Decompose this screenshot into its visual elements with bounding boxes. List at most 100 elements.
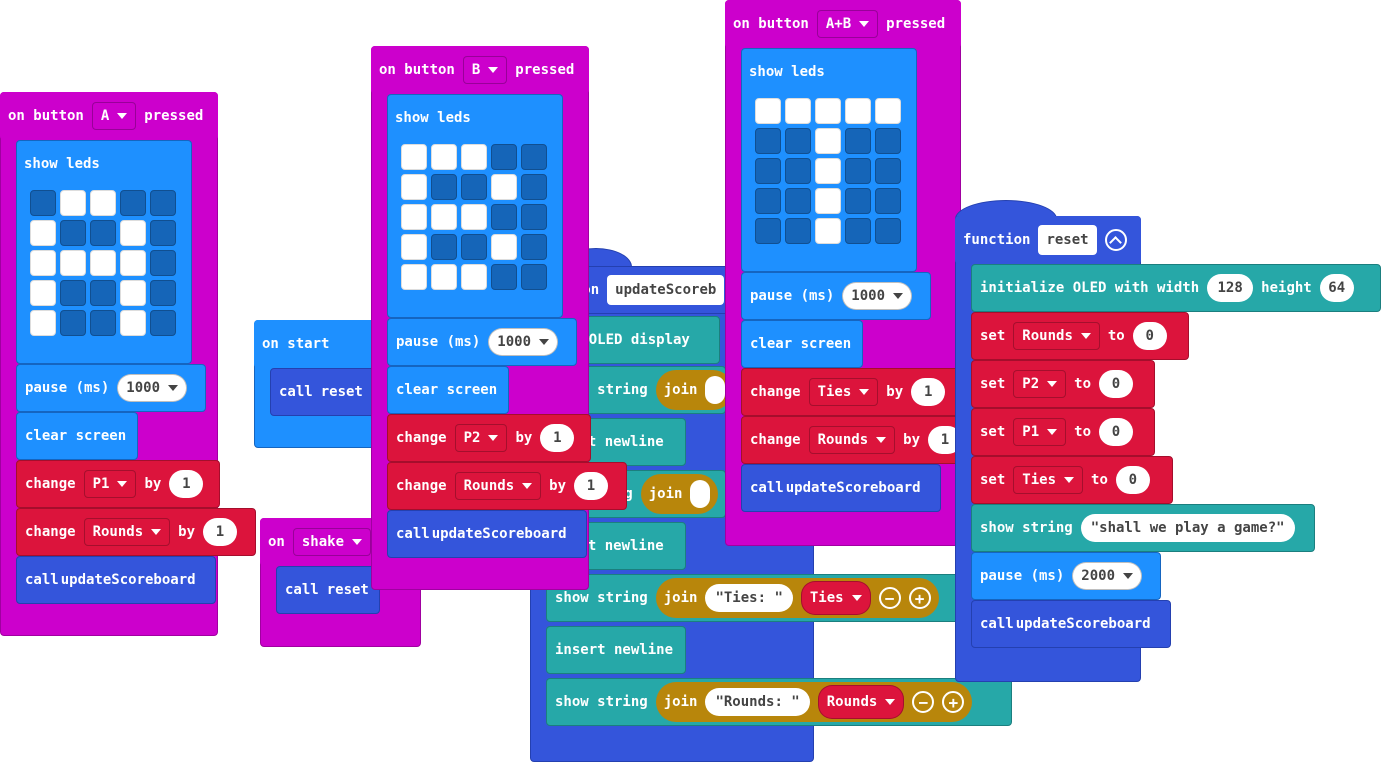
led-cell[interactable] xyxy=(30,280,56,306)
led-cell[interactable] xyxy=(30,250,56,276)
clear-screen-block[interactable]: clear screen xyxy=(16,412,138,460)
change-amount-input[interactable]: 1 xyxy=(574,472,609,500)
variable-dropdown[interactable]: P2 xyxy=(454,424,508,452)
gesture-dropdown[interactable]: shake xyxy=(292,528,372,556)
led-cell[interactable] xyxy=(60,310,86,336)
led-cell[interactable] xyxy=(401,264,427,290)
led-cell[interactable] xyxy=(491,234,517,260)
join-block-2[interactable]: join xyxy=(640,474,719,514)
change-p2-block[interactable]: change P2 by 1 xyxy=(387,414,591,462)
led-cell[interactable] xyxy=(401,234,427,260)
led-cell[interactable] xyxy=(785,98,811,124)
led-cell[interactable] xyxy=(491,174,517,200)
led-cell[interactable] xyxy=(755,188,781,214)
led-cell[interactable] xyxy=(845,158,871,184)
call-updatescoreboard-block[interactable]: call updateScoreboard xyxy=(16,556,216,604)
led-cell[interactable] xyxy=(90,220,116,246)
led-cell[interactable] xyxy=(815,188,841,214)
button-dropdown[interactable]: A xyxy=(91,102,137,130)
led-cell[interactable] xyxy=(521,264,547,290)
led-cell[interactable] xyxy=(755,158,781,184)
led-cell[interactable] xyxy=(875,218,901,244)
variable-dropdown[interactable]: Rounds xyxy=(1013,322,1100,350)
led-cell[interactable] xyxy=(60,250,86,276)
led-cell[interactable] xyxy=(60,190,86,216)
function-name-field[interactable]: reset xyxy=(1038,225,1097,255)
led-cell[interactable] xyxy=(845,128,871,154)
led-cell[interactable] xyxy=(875,188,901,214)
pause-block[interactable]: pause (ms) 2000 xyxy=(971,552,1161,600)
change-amount-input[interactable]: 1 xyxy=(203,518,238,546)
led-cell[interactable] xyxy=(431,264,457,290)
button-dropdown[interactable]: A+B xyxy=(816,10,879,38)
change-amount-input[interactable]: 1 xyxy=(911,378,946,406)
led-cell[interactable] xyxy=(90,250,116,276)
led-cell[interactable] xyxy=(461,264,487,290)
minus-icon[interactable]: − xyxy=(878,587,901,609)
variable-dropdown[interactable]: P1 xyxy=(83,470,137,498)
call-updatescoreboard-block[interactable]: call updateScoreboard xyxy=(387,510,587,558)
ties-label-string[interactable]: "Ties: " xyxy=(705,584,793,612)
led-cell[interactable] xyxy=(815,218,841,244)
led-cell[interactable] xyxy=(150,280,176,306)
variable-dropdown[interactable]: P1 xyxy=(1013,418,1067,446)
variable-dropdown[interactable]: P2 xyxy=(1013,370,1067,398)
ties-variable-dropdown[interactable]: Ties xyxy=(800,581,871,615)
oled-height-input[interactable]: 64 xyxy=(1319,274,1354,302)
on-button-a-header[interactable]: on button A pressed xyxy=(0,92,218,140)
rounds-label-string[interactable]: "Rounds: " xyxy=(705,688,810,716)
led-cell[interactable] xyxy=(120,190,146,216)
led-cell[interactable] xyxy=(845,218,871,244)
led-cell[interactable] xyxy=(461,234,487,260)
pause-block[interactable]: pause (ms) 1000 xyxy=(387,318,577,366)
call-reset-block[interactable]: call reset xyxy=(270,368,378,416)
call-updatescoreboard-block[interactable]: call updateScoreboard xyxy=(741,464,941,512)
led-cell[interactable] xyxy=(785,188,811,214)
minus-icon[interactable]: − xyxy=(912,691,935,713)
variable-dropdown[interactable]: Rounds xyxy=(808,426,896,454)
led-cell[interactable] xyxy=(120,220,146,246)
led-cell[interactable] xyxy=(815,128,841,154)
clear-screen-block[interactable]: clear screen xyxy=(741,320,863,368)
string-input[interactable]: "shall we play a game?" xyxy=(1080,514,1295,542)
set-value-input[interactable]: 0 xyxy=(1099,418,1134,446)
set-value-input[interactable]: 0 xyxy=(1099,370,1134,398)
change-rounds-block[interactable]: change Rounds by 1 xyxy=(16,508,256,556)
led-cell[interactable] xyxy=(845,98,871,124)
led-cell[interactable] xyxy=(845,188,871,214)
change-rounds-block[interactable]: change Rounds by 1 xyxy=(741,416,981,464)
pause-duration-dropdown[interactable]: 1000 xyxy=(842,282,913,310)
pause-duration-dropdown[interactable]: 1000 xyxy=(117,374,188,402)
show-string-block[interactable]: show string "shall we play a game?" xyxy=(971,504,1315,552)
led-cell[interactable] xyxy=(150,250,176,276)
initialize-oled-block[interactable]: initialize OLED with width 128 height 64 xyxy=(971,264,1381,312)
led-cell[interactable] xyxy=(90,280,116,306)
variable-dropdown[interactable]: Ties xyxy=(808,378,879,406)
set-p2-block[interactable]: set P2 to 0 xyxy=(971,360,1155,408)
on-button-ab-header[interactable]: on button A+B pressed xyxy=(725,0,961,48)
led-cell[interactable] xyxy=(521,144,547,170)
led-cell[interactable] xyxy=(815,98,841,124)
variable-dropdown[interactable]: Rounds xyxy=(454,472,542,500)
led-cell[interactable] xyxy=(875,98,901,124)
change-rounds-block[interactable]: change Rounds by 1 xyxy=(387,462,627,510)
led-grid[interactable] xyxy=(401,144,547,290)
led-cell[interactable] xyxy=(815,158,841,184)
change-amount-input[interactable]: 1 xyxy=(169,470,204,498)
led-cell[interactable] xyxy=(401,174,427,200)
led-cell[interactable] xyxy=(30,220,56,246)
button-dropdown[interactable]: B xyxy=(462,56,508,84)
join-rounds-block[interactable]: join "Rounds: " Rounds − + xyxy=(655,682,973,722)
led-cell[interactable] xyxy=(120,310,146,336)
on-start-header[interactable]: on start xyxy=(254,320,378,368)
oled-width-input[interactable]: 128 xyxy=(1207,274,1254,302)
led-grid[interactable] xyxy=(30,190,176,336)
led-cell[interactable] xyxy=(875,128,901,154)
collapse-icon[interactable] xyxy=(1104,229,1127,251)
led-cell[interactable] xyxy=(150,190,176,216)
set-p1-block[interactable]: set P1 to 0 xyxy=(971,408,1155,456)
led-cell[interactable] xyxy=(785,218,811,244)
join-block-1[interactable]: join xyxy=(655,370,734,410)
rounds-variable-dropdown[interactable]: Rounds xyxy=(817,685,905,719)
plus-icon[interactable]: + xyxy=(942,691,965,713)
